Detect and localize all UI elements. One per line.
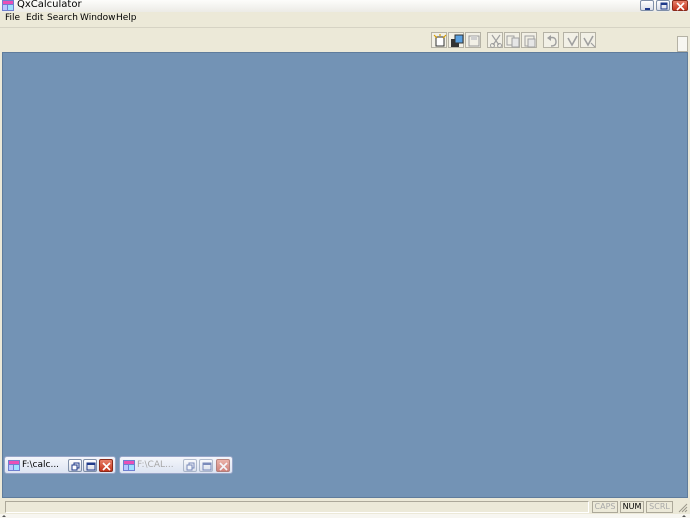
status-message: [5, 501, 589, 513]
menu-window[interactable]: Window: [80, 13, 116, 23]
minimize-icon: [645, 8, 650, 10]
open-icon: [451, 34, 464, 47]
window-title: QxCalculator: [17, 0, 82, 10]
restore-button[interactable]: [68, 459, 82, 472]
undo-icon: [547, 35, 557, 47]
maximize-button[interactable]: [199, 459, 213, 472]
close-icon: [219, 462, 228, 471]
maximize-icon: [202, 462, 212, 471]
minimize-button[interactable]: [640, 0, 654, 11]
copy-icon: [506, 35, 520, 48]
run-all-icon: [583, 35, 596, 48]
document-icon: [123, 460, 135, 471]
document-icon: [8, 460, 20, 471]
restore-icon: [71, 462, 80, 471]
toolbar: [0, 28, 690, 52]
save-button[interactable]: [465, 32, 481, 48]
undo-button[interactable]: [543, 32, 559, 48]
resize-grip-icon[interactable]: [676, 501, 688, 513]
app-icon: [2, 0, 14, 11]
horizontal-scrollbar[interactable]: [0, 514, 690, 518]
restore-button[interactable]: [183, 459, 197, 472]
save-icon: [468, 35, 480, 47]
run-icon: [567, 35, 578, 47]
cut-icon: [490, 34, 502, 48]
num-indicator: NUM: [620, 501, 644, 513]
run-all-button[interactable]: [580, 32, 596, 48]
restore-icon: [186, 462, 195, 471]
close-button[interactable]: [672, 0, 688, 11]
open-button[interactable]: [448, 32, 464, 48]
minimized-window-cal[interactable]: F:\CAL...: [119, 456, 233, 474]
file-toolbar-group: [431, 32, 483, 48]
edit-toolbar-group: [487, 32, 539, 48]
scroll-lock-indicator: SCRL: [646, 501, 673, 513]
minimized-window-title: F:\calc...: [22, 460, 60, 470]
maximize-icon: [86, 462, 96, 471]
mdi-workspace: [2, 52, 688, 498]
restore-icon: [660, 2, 668, 10]
close-button[interactable]: [99, 459, 113, 472]
paste-icon: [524, 35, 536, 48]
new-icon: [433, 34, 447, 47]
maximize-button[interactable]: [83, 459, 97, 472]
menu-bar: File Edit Search Window Help: [0, 12, 690, 28]
vertical-scrollbar[interactable]: [677, 36, 688, 52]
menu-edit[interactable]: Edit: [26, 13, 43, 23]
maximize-button[interactable]: [656, 0, 670, 11]
menu-search[interactable]: Search: [47, 13, 78, 23]
close-icon: [102, 462, 111, 471]
minimized-window-title: F:\CAL...: [137, 460, 174, 470]
menu-help[interactable]: Help: [116, 13, 137, 23]
copy-button[interactable]: [504, 32, 520, 48]
new-button[interactable]: [431, 32, 447, 48]
cut-button[interactable]: [487, 32, 503, 48]
menu-file[interactable]: File: [5, 13, 20, 23]
paste-button[interactable]: [521, 32, 537, 48]
caps-indicator: CAPS: [592, 501, 618, 513]
run-toolbar-group: [563, 32, 598, 48]
minimized-window-calc[interactable]: F:\calc...: [4, 456, 116, 474]
close-button[interactable]: [216, 459, 230, 472]
run-button[interactable]: [563, 32, 579, 48]
close-icon: [676, 2, 685, 11]
